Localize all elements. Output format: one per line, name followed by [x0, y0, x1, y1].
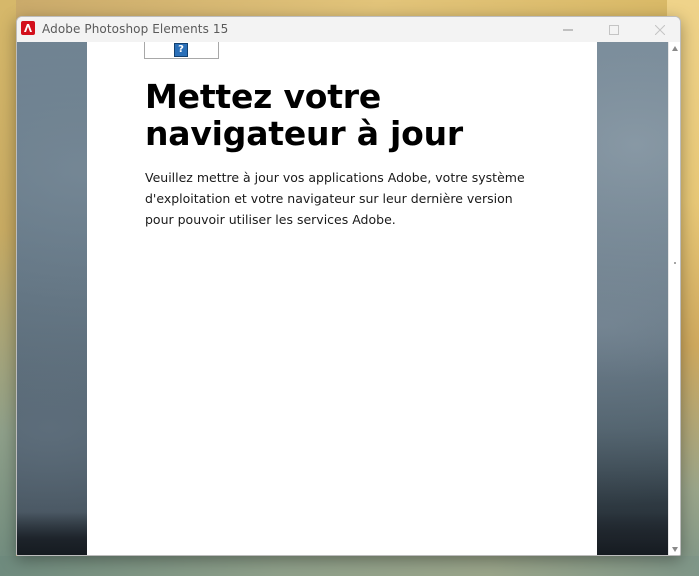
scroll-thumb[interactable] — [674, 262, 676, 264]
maximize-icon — [609, 24, 619, 35]
desktop-wallpaper-left — [0, 0, 16, 576]
desktop-wallpaper-bottom — [0, 556, 699, 576]
vertical-scrollbar[interactable] — [668, 42, 680, 555]
minimize-icon — [563, 29, 573, 30]
close-icon — [655, 24, 665, 35]
app-window: Adobe Photoshop Elements 15 ? Mettez vot… — [16, 16, 681, 556]
adobe-logo-icon — [21, 21, 35, 35]
help-box: ? — [144, 42, 219, 59]
update-browser-panel: ? Mettez votre navigateur à jour Veuille… — [87, 42, 597, 555]
update-message: Veuillez mettre à jour vos applications … — [145, 170, 525, 227]
scroll-down-icon[interactable] — [672, 547, 678, 552]
window-title: Adobe Photoshop Elements 15 — [42, 22, 229, 36]
minimize-button[interactable] — [545, 17, 591, 42]
title-bar[interactable]: Adobe Photoshop Elements 15 — [17, 17, 680, 42]
page-title: Mettez votre navigateur à jour — [145, 77, 463, 153]
help-icon[interactable]: ? — [174, 43, 188, 57]
close-button[interactable] — [637, 17, 680, 42]
scroll-up-icon[interactable] — [672, 46, 678, 51]
maximize-button[interactable] — [591, 17, 637, 42]
content-area: ? Mettez votre navigateur à jour Veuille… — [17, 42, 668, 555]
